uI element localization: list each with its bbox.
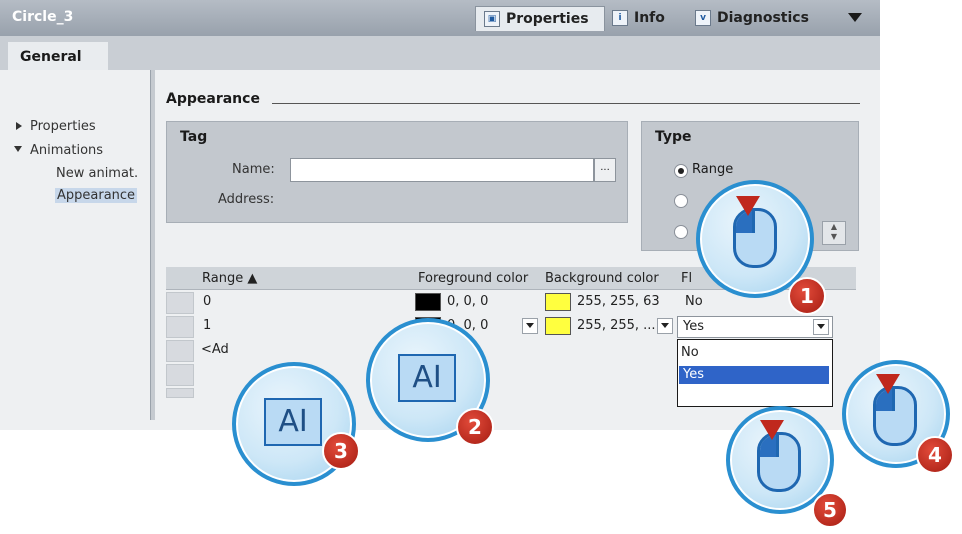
mouse-icon [733, 208, 777, 268]
tab-properties[interactable]: ▣ Properties [475, 6, 605, 31]
mouse-icon [757, 432, 801, 492]
header-background-color[interactable]: Background color [545, 271, 659, 286]
cell-background[interactable]: 255, 255, 63 [577, 294, 660, 309]
info-icon: i [612, 10, 628, 26]
window-title: Circle_3 [12, 9, 74, 25]
menu-caret-icon[interactable] [848, 13, 862, 22]
tab-properties-label: Properties [506, 11, 589, 27]
foreground-swatch[interactable] [415, 293, 441, 311]
step-badge-5: 5 [812, 492, 848, 528]
background-swatch[interactable] [545, 317, 571, 335]
option-no[interactable]: No [681, 345, 699, 360]
tab-info-label: Info [634, 10, 665, 26]
radio-range[interactable] [674, 164, 688, 178]
address-label: Address: [218, 192, 275, 207]
mouse-icon [873, 386, 917, 446]
step-badge-3: 3 [322, 432, 360, 470]
row-selector[interactable] [166, 364, 194, 386]
diagnostics-icon: v [695, 10, 711, 26]
expand-arrow-icon [16, 122, 22, 130]
background-swatch[interactable] [545, 293, 571, 311]
nav-item-appearance[interactable]: Appearance [55, 188, 138, 203]
step-badge-4: 4 [916, 436, 954, 474]
cell-flashing[interactable]: No [685, 294, 703, 309]
step-badge-2: 2 [456, 408, 494, 446]
tab-diagnostics-label: Diagnostics [717, 10, 809, 26]
row-selector[interactable] [166, 340, 194, 362]
foreground-dropdown-icon[interactable] [522, 318, 538, 334]
radio-option-3[interactable] [674, 225, 688, 239]
section-title: Appearance [166, 91, 260, 107]
collapse-arrow-icon [14, 146, 22, 152]
nav-item-properties[interactable]: Properties [16, 119, 96, 134]
flashing-dropdown-icon[interactable] [813, 319, 829, 335]
option-yes[interactable]: Yes [683, 367, 704, 382]
click-arrow-icon [736, 196, 760, 216]
cell-range[interactable]: 0 [203, 294, 211, 309]
tab-general[interactable]: General [8, 42, 108, 70]
nav-item-properties-label: Properties [30, 119, 96, 134]
text-input-icon: AI [398, 354, 456, 402]
tab-diagnostics[interactable]: v Diagnostics [695, 6, 809, 30]
header-foreground-color[interactable]: Foreground color [418, 271, 528, 286]
name-label: Name: [232, 162, 275, 177]
row-selector[interactable] [166, 388, 194, 398]
type-group-title: Type [655, 129, 692, 145]
header-flashing[interactable]: Fl [681, 271, 692, 286]
nav-item-animations[interactable]: Animations [14, 143, 103, 158]
radio-option-2[interactable] [674, 194, 688, 208]
step-badge-1: 1 [788, 277, 826, 315]
click-arrow-icon [876, 374, 900, 394]
flashing-select-value: Yes [683, 319, 704, 334]
spinner-buttons[interactable]: ▲ ▼ [822, 221, 846, 245]
cell-range[interactable]: 1 [203, 318, 211, 333]
tab-info[interactable]: i Info [612, 6, 665, 30]
background-dropdown-icon[interactable] [657, 318, 673, 334]
nav-item-animations-label: Animations [30, 143, 104, 158]
radio-range-label: Range [692, 162, 734, 177]
splitter[interactable] [150, 70, 155, 420]
row-selector[interactable] [166, 292, 194, 314]
tag-group-title: Tag [180, 129, 208, 145]
add-row[interactable]: <Ad [201, 342, 229, 357]
header-range[interactable]: Range ▲ [202, 271, 257, 286]
section-divider [272, 103, 860, 104]
browse-button[interactable]: ... [594, 158, 616, 182]
properties-icon: ▣ [484, 11, 500, 27]
nav-item-new-animation[interactable]: New animat. [56, 166, 138, 181]
tab-strip [0, 36, 880, 70]
cell-foreground[interactable]: 0, 0, 0 [447, 294, 488, 309]
row-selector[interactable] [166, 316, 194, 338]
tag-name-input[interactable] [290, 158, 594, 182]
text-input-icon: AI [264, 398, 322, 446]
cell-background[interactable]: 255, 255, ... [577, 318, 656, 333]
click-arrow-icon [760, 420, 784, 440]
